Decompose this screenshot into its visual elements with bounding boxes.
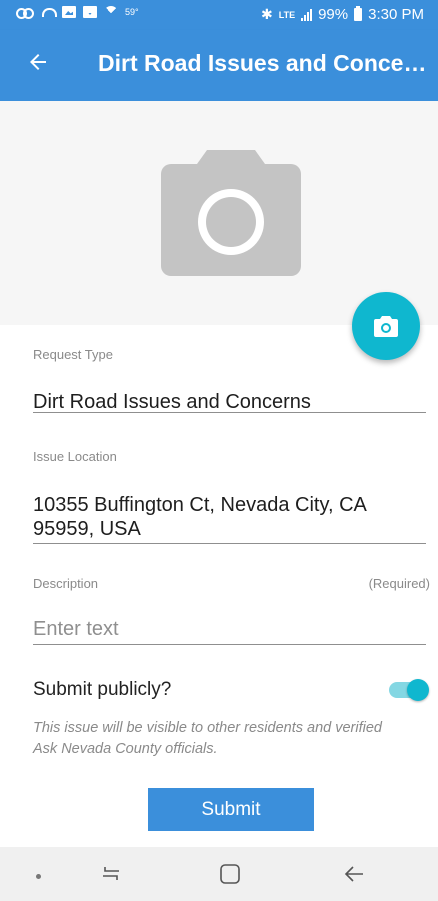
issue-location-underline xyxy=(33,543,426,544)
issue-location-label: Issue Location xyxy=(33,449,117,464)
back-icon[interactable] xyxy=(343,863,365,885)
navigation-bar xyxy=(0,847,438,901)
clock: 3:30 PM xyxy=(368,6,424,23)
app-bar: Dirt Road Issues and Concerns xyxy=(0,30,438,101)
battery-percent: 99% xyxy=(318,6,349,23)
request-type-label: Request Type xyxy=(33,347,113,362)
status-bar: 59° ✱ LTE 99% 3:30 PM xyxy=(0,0,438,30)
status-bar-notifications: 59° xyxy=(16,6,139,20)
description-label: Description xyxy=(33,576,99,591)
battery-icon xyxy=(354,6,363,21)
dot-icon[interactable] xyxy=(36,874,41,879)
camera-icon xyxy=(374,316,398,337)
status-bar-system: ✱ LTE 99% 3:30 PM xyxy=(261,6,424,23)
issue-location-field[interactable]: 10355 Buffington Ct, Nevada City, CA 959… xyxy=(33,493,393,541)
submit-publicly-label: Submit publicly? xyxy=(33,679,172,700)
image-icon xyxy=(62,6,76,18)
mail-icon xyxy=(83,6,97,18)
public-visibility-notice: This issue will be visible to other resi… xyxy=(33,720,382,757)
add-photo-button[interactable] xyxy=(352,292,420,360)
bluetooth-icon: ✱ xyxy=(261,6,273,22)
description-input[interactable]: Enter text xyxy=(33,618,119,641)
description-underline xyxy=(33,644,426,645)
home-icon[interactable] xyxy=(219,863,241,885)
request-type-underline xyxy=(33,412,426,413)
back-button[interactable] xyxy=(26,50,60,84)
submit-button[interactable]: Submit xyxy=(148,788,314,831)
request-type-field[interactable]: Dirt Road Issues and Concerns xyxy=(33,390,426,414)
photo-area[interactable] xyxy=(0,101,438,325)
submit-publicly-toggle[interactable] xyxy=(389,679,429,701)
recents-icon[interactable] xyxy=(100,863,122,885)
page-title: Dirt Road Issues and Concerns xyxy=(98,50,428,76)
arrow-left-icon xyxy=(30,54,46,70)
temperature-text: 59° xyxy=(125,7,139,17)
required-indicator: (Required) xyxy=(368,576,430,591)
voicemail-icon xyxy=(16,7,34,19)
missed-call-icon xyxy=(41,6,57,18)
camera-icon xyxy=(161,150,301,276)
wifi-icon xyxy=(104,6,118,20)
network-type: LTE xyxy=(278,9,296,20)
toggle-thumb xyxy=(407,679,429,701)
signal-icon xyxy=(301,8,313,21)
